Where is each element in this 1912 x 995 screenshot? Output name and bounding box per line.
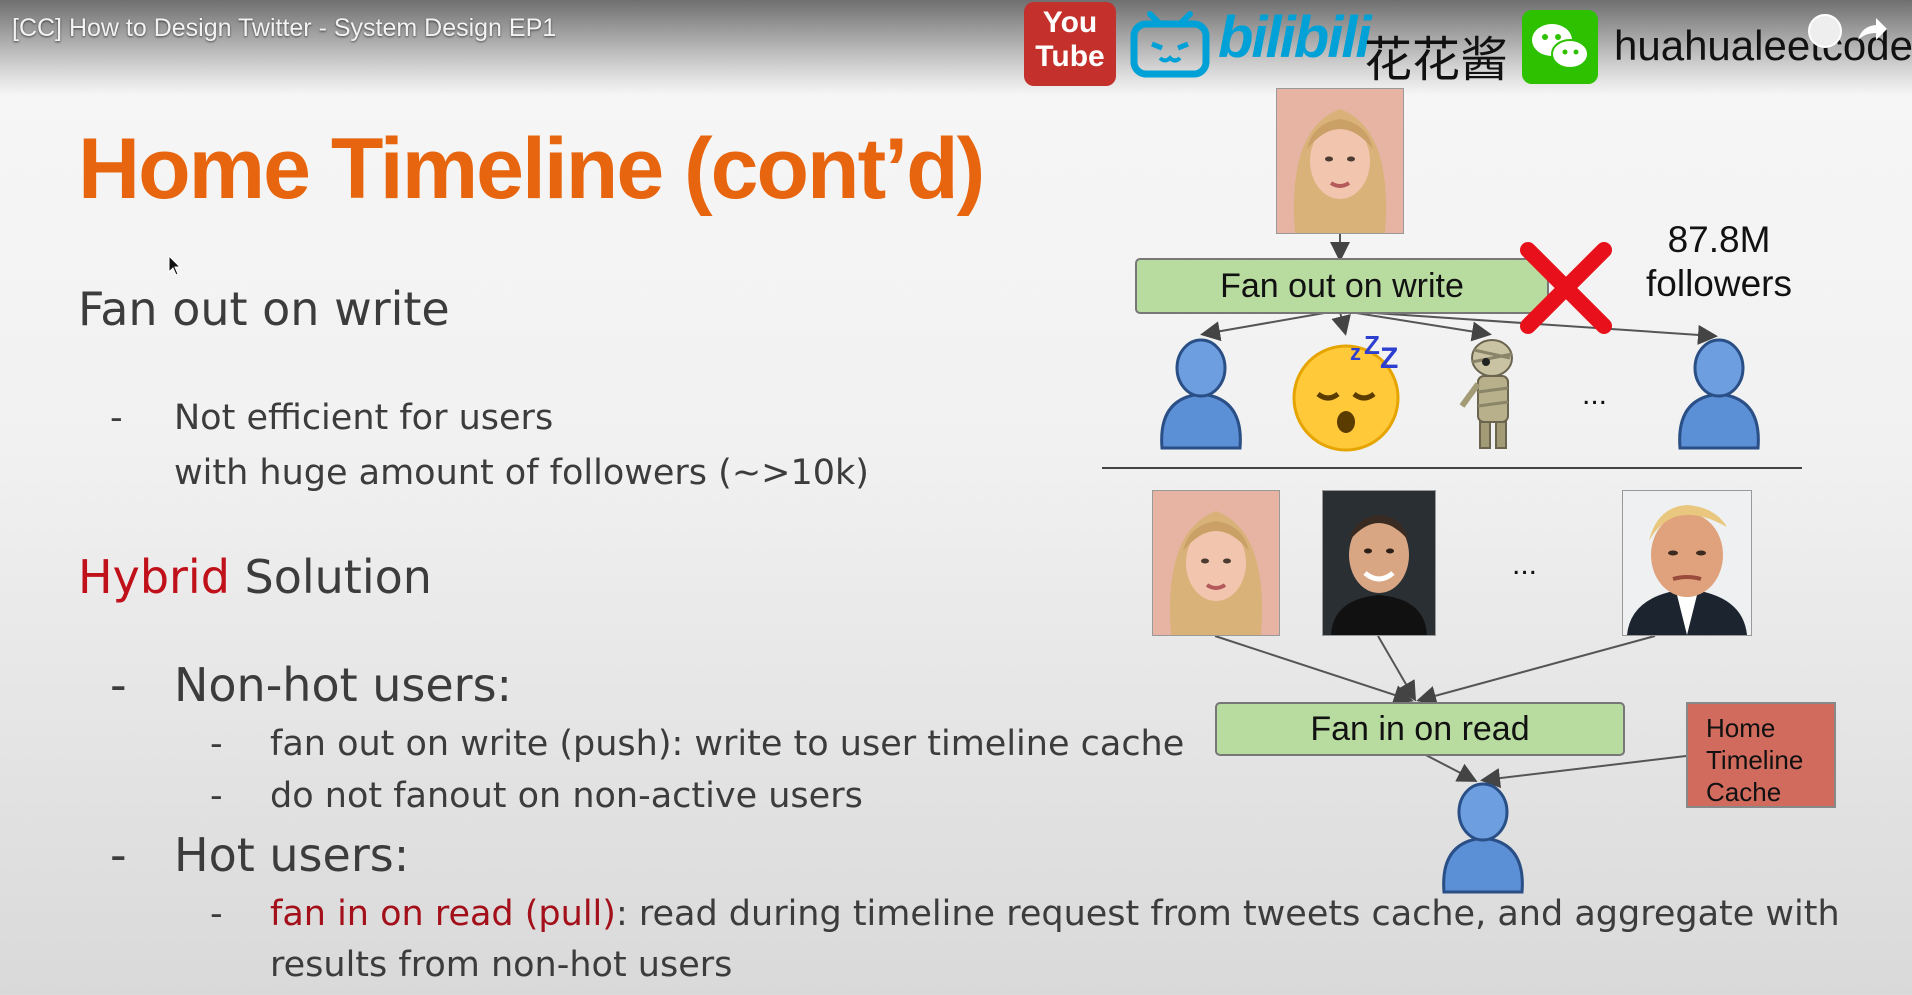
cache-label-line1: Home <box>1706 713 1776 743</box>
fan-out-on-write-box: Fan out on write <box>1135 258 1549 314</box>
cross-icon <box>1520 242 1612 334</box>
followers-label: followers <box>1646 263 1792 304</box>
cache-label-line3: Cache <box>1706 777 1782 807</box>
zombie-icon <box>1459 339 1513 449</box>
cache-label-line2: Timeline <box>1706 745 1804 775</box>
ellipsis: ... <box>1582 378 1608 411</box>
celebrity-photo-2 <box>1322 490 1436 636</box>
svg-text:Z: Z <box>1380 342 1398 375</box>
ellipsis: ... <box>1512 548 1538 581</box>
sleeping-emoji-icon: z Z Z <box>1292 336 1400 452</box>
celebrity-photo-1 <box>1152 490 1280 636</box>
user-icon <box>1160 338 1242 450</box>
home-timeline-cache-box: Home Timeline Cache <box>1686 702 1836 808</box>
fan-in-on-read-box: Fan in on read <box>1215 702 1625 756</box>
celebrity-photo-top <box>1276 88 1404 234</box>
svg-text:Z: Z <box>1364 336 1380 360</box>
celebrity-photo-3 <box>1622 490 1752 636</box>
svg-text:z: z <box>1350 340 1361 365</box>
user-icon <box>1678 338 1760 450</box>
followers-count: 87.8M <box>1667 219 1771 260</box>
followers-annotation: 87.8M followers <box>1646 218 1792 306</box>
user-icon <box>1442 782 1524 894</box>
